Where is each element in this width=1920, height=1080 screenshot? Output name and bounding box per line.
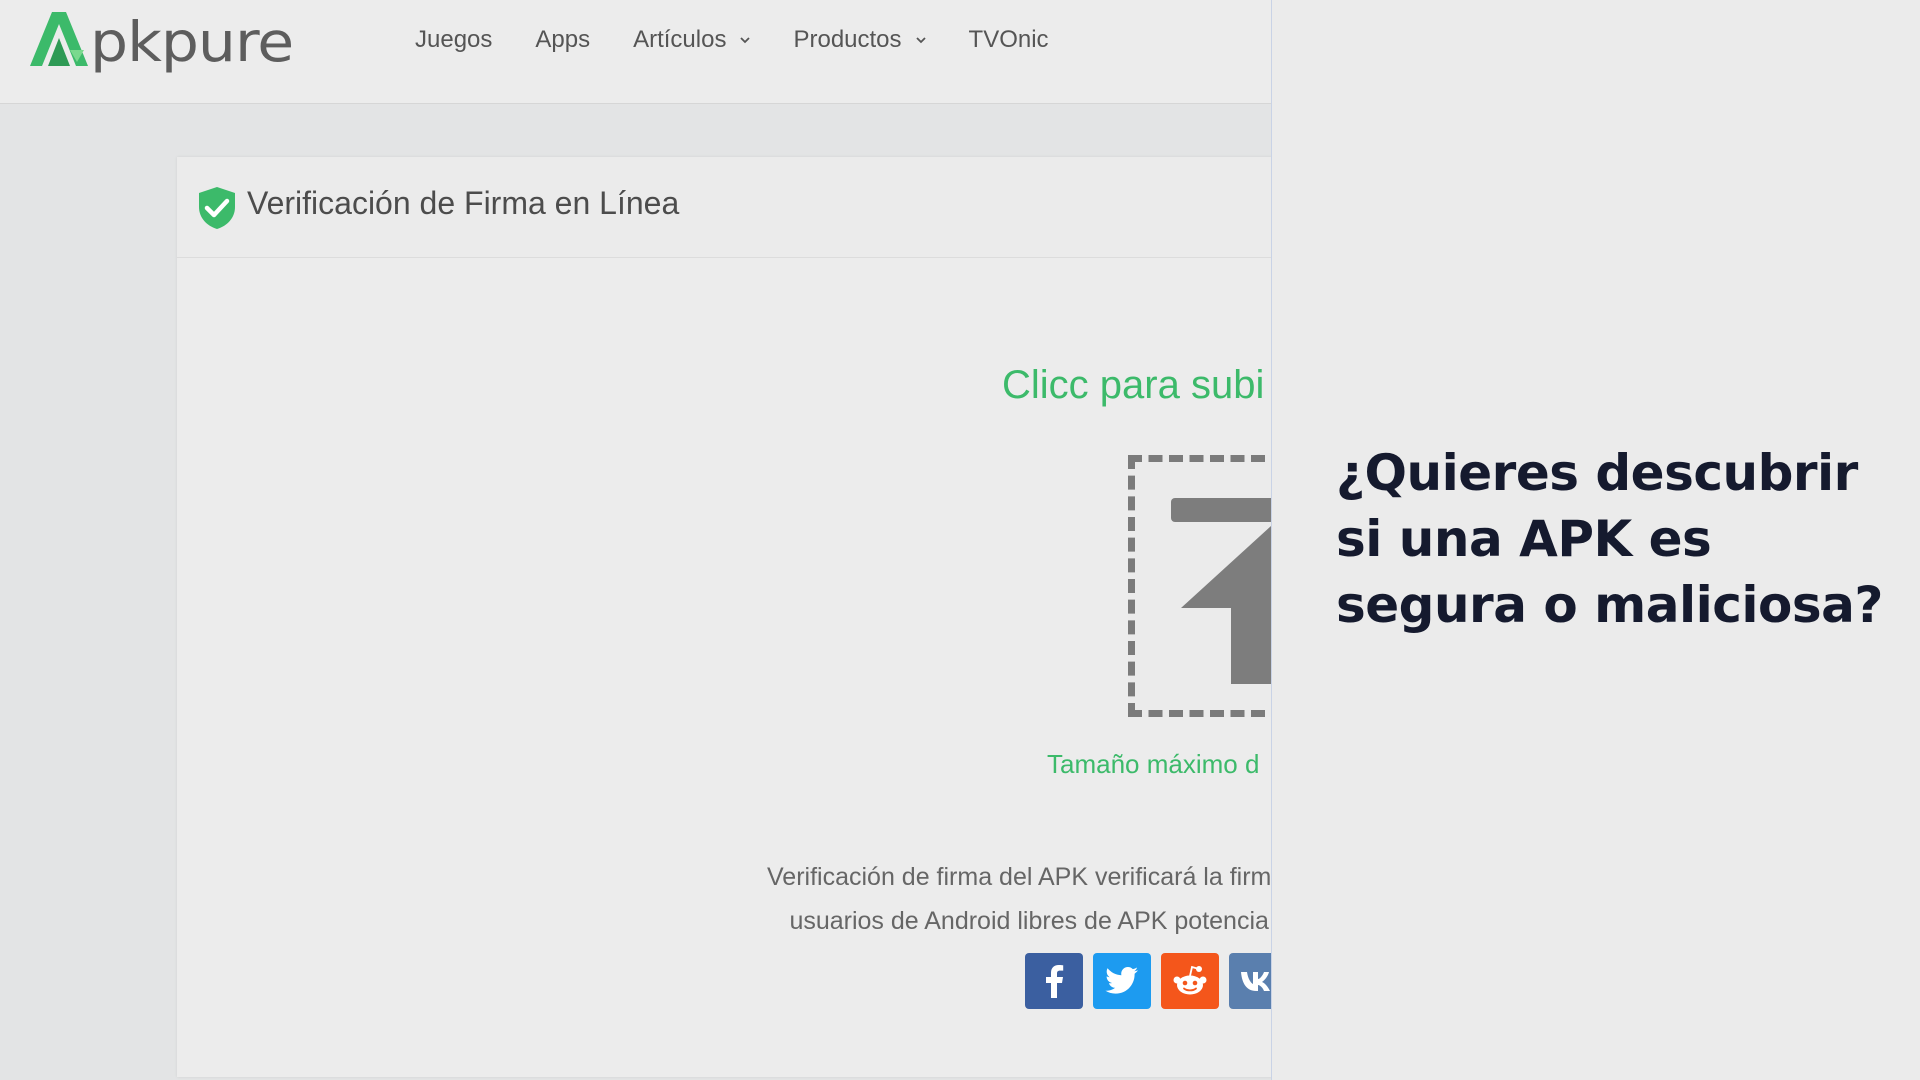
share-buttons bbox=[1025, 953, 1271, 1009]
nav-articulos[interactable]: Artículos bbox=[633, 26, 751, 54]
panel-divider bbox=[1271, 0, 1272, 1080]
upload-arrow-icon bbox=[1171, 498, 1271, 684]
card-title: Verificación de Firma en Línea bbox=[247, 185, 680, 221]
upload-prompt[interactable]: Clicc para subi bbox=[1002, 363, 1264, 408]
chevron-down-icon bbox=[740, 37, 751, 44]
nav-item-label: Apps bbox=[535, 26, 591, 53]
description-line: Verificación de firma del APK verificará… bbox=[767, 863, 1271, 891]
top-navbar: pkpure Juegos Apps Artículos Productos T… bbox=[0, 0, 1271, 104]
card-header: Verificación de Firma en Línea bbox=[177, 157, 1271, 258]
reddit-share-button[interactable] bbox=[1161, 953, 1219, 1009]
main-nav: Juegos Apps Artículos Productos TVOnic bbox=[415, 22, 1092, 58]
nav-productos[interactable]: Productos bbox=[793, 26, 926, 54]
facebook-share-button[interactable] bbox=[1025, 953, 1083, 1009]
description-text: Verificación de firma del APK verificará… bbox=[767, 855, 1271, 943]
headline-text: ¿Quieres descubrir si una APK es segura … bbox=[1336, 444, 1883, 634]
signature-verification-card: Verificación de Firma en Línea Clicc par… bbox=[177, 157, 1271, 1077]
apkpure-logo-icon bbox=[30, 12, 88, 66]
nav-item-label: TVOnic bbox=[968, 26, 1049, 53]
facebook-icon bbox=[1046, 965, 1064, 998]
vk-share-button[interactable] bbox=[1229, 953, 1271, 1009]
reddit-icon bbox=[1173, 965, 1207, 995]
twitter-icon bbox=[1105, 967, 1138, 994]
nav-apps[interactable]: Apps bbox=[535, 26, 590, 54]
max-size-note: Tamaño máximo d bbox=[1047, 749, 1260, 779]
description-line: usuarios de Android libres de APK potenc… bbox=[789, 907, 1269, 935]
browser-viewport: pkpure Juegos Apps Artículos Productos T… bbox=[0, 0, 1271, 1080]
twitter-share-button[interactable] bbox=[1093, 953, 1151, 1009]
logo-text: pkpure bbox=[90, 10, 294, 75]
shield-check-icon bbox=[199, 187, 235, 229]
nav-item-label: Productos bbox=[793, 26, 902, 53]
upload-dropzone[interactable] bbox=[1128, 455, 1271, 717]
apkpure-logo[interactable]: pkpure bbox=[26, 6, 294, 75]
screen: pkpure Juegos Apps Artículos Productos T… bbox=[0, 0, 1920, 1080]
nav-juegos[interactable]: Juegos bbox=[415, 26, 492, 54]
nav-item-label: Juegos bbox=[415, 26, 493, 53]
vk-icon bbox=[1241, 972, 1270, 991]
chevron-down-icon bbox=[915, 37, 926, 44]
nav-tvonic[interactable]: TVOnic bbox=[969, 26, 1049, 54]
nav-item-label: Artículos bbox=[633, 26, 727, 53]
